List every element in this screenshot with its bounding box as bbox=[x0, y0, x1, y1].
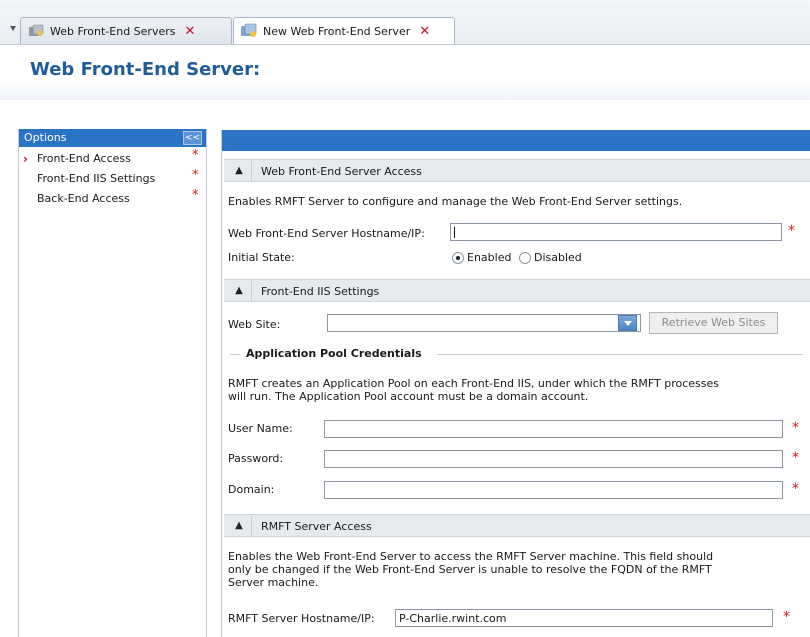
divider bbox=[230, 354, 240, 355]
rmft-hostname-value: P-Charlie.rwint.com bbox=[399, 612, 507, 625]
enabled-label: Enabled bbox=[467, 251, 512, 264]
password-input[interactable] bbox=[324, 450, 783, 468]
tab-list-dropdown-icon[interactable] bbox=[10, 26, 16, 31]
app-pool-description-line1: RMFT creates an Application Pool on each… bbox=[228, 377, 719, 390]
sidebar-item-front-end-iis-settings[interactable]: Front-End IIS Settings * bbox=[19, 168, 206, 189]
collapse-section-button[interactable]: ▲ bbox=[230, 520, 248, 532]
hostname-input[interactable] bbox=[450, 223, 782, 241]
selected-arrow-icon: › bbox=[23, 152, 28, 166]
sidebar-item-label: Front-End Access bbox=[37, 152, 131, 165]
app-pool-description-line2: will run. The Application Pool account m… bbox=[228, 390, 589, 403]
main-panel: ▲ Web Front-End Server Access Enables RM… bbox=[221, 130, 810, 637]
server-new-icon bbox=[241, 23, 257, 37]
options-sidebar: Options << › Front-End Access * Front-En… bbox=[18, 129, 207, 637]
retrieve-web-sites-button[interactable]: Retrieve Web Sites bbox=[649, 312, 778, 334]
close-icon[interactable]: ✕ bbox=[184, 24, 195, 39]
rmft-description-line1: Enables the Web Front-End Server to acce… bbox=[228, 550, 714, 563]
sidebar-title: Options bbox=[24, 131, 67, 144]
tab-new-web-front-end-server[interactable]: New Web Front-End Server ✕ bbox=[233, 17, 455, 44]
sidebar-header: Options << bbox=[19, 129, 206, 147]
rmft-hostname-input[interactable]: P-Charlie.rwint.com bbox=[395, 609, 773, 627]
divider bbox=[437, 354, 803, 355]
website-dropdown-button[interactable] bbox=[618, 315, 637, 331]
collapse-section-button[interactable]: ▲ bbox=[230, 165, 248, 177]
required-marker: * bbox=[792, 450, 799, 466]
section-title: Front-End IIS Settings bbox=[261, 285, 380, 298]
section-title: Web Front-End Server Access bbox=[261, 165, 422, 178]
chevron-down-icon bbox=[624, 321, 632, 326]
server-group-icon bbox=[29, 24, 44, 36]
divider bbox=[251, 161, 252, 181]
username-label: User Name: bbox=[228, 422, 293, 435]
initial-state-label: Initial State: bbox=[228, 251, 295, 264]
required-marker: * bbox=[192, 148, 199, 163]
text-cursor bbox=[454, 227, 455, 238]
close-icon[interactable]: ✕ bbox=[419, 24, 430, 39]
tab-label: New Web Front-End Server bbox=[263, 24, 411, 38]
enabled-radio[interactable] bbox=[452, 252, 464, 264]
divider bbox=[251, 516, 252, 536]
disabled-radio[interactable] bbox=[519, 252, 531, 264]
rmft-description-line2: only be changed if the Web Front-End Ser… bbox=[228, 563, 712, 576]
required-marker: * bbox=[788, 223, 795, 239]
section-front-end-iis-settings: ▲ Front-End IIS Settings bbox=[224, 279, 810, 302]
required-marker: * bbox=[792, 481, 799, 497]
website-label: Web Site: bbox=[228, 318, 281, 331]
required-marker: * bbox=[192, 168, 199, 183]
section-web-front-end-server-access: ▲ Web Front-End Server Access bbox=[224, 159, 810, 182]
rmft-description-line3: Server machine. bbox=[228, 576, 319, 589]
section-title: RMFT Server Access bbox=[261, 520, 372, 533]
page-title: Web Front-End Server: bbox=[30, 59, 261, 80]
collapse-section-button[interactable]: ▲ bbox=[230, 285, 248, 297]
password-label: Password: bbox=[228, 452, 284, 465]
sidebar-item-front-end-access[interactable]: › Front-End Access * bbox=[19, 148, 206, 169]
username-input[interactable] bbox=[324, 420, 783, 438]
hostname-label: Web Front-End Server Hostname/IP: bbox=[228, 227, 425, 240]
required-marker: * bbox=[792, 420, 799, 436]
wfe-description: Enables RMFT Server to configure and man… bbox=[228, 195, 683, 208]
domain-label: Domain: bbox=[228, 483, 275, 496]
rmft-hostname-label: RMFT Server Hostname/IP: bbox=[228, 612, 375, 625]
website-select[interactable] bbox=[327, 314, 641, 332]
app-pool-heading: Application Pool Credentials bbox=[246, 347, 422, 360]
tab-web-front-end-servers[interactable]: Web Front-End Servers ✕ bbox=[20, 17, 232, 44]
divider bbox=[251, 281, 252, 301]
domain-input[interactable] bbox=[324, 481, 783, 499]
collapse-sidebar-button[interactable]: << bbox=[183, 131, 202, 145]
required-marker: * bbox=[192, 188, 199, 203]
sidebar-item-back-end-access[interactable]: Back-End Access * bbox=[19, 188, 206, 209]
main-header-bar bbox=[222, 130, 810, 151]
header-band bbox=[0, 84, 810, 100]
disabled-label: Disabled bbox=[534, 251, 582, 264]
sidebar-item-label: Back-End Access bbox=[37, 192, 130, 205]
tab-label: Web Front-End Servers bbox=[50, 24, 176, 38]
sidebar-item-label: Front-End IIS Settings bbox=[37, 172, 156, 185]
tab-strip-border bbox=[0, 44, 810, 45]
section-rmft-server-access: ▲ RMFT Server Access bbox=[224, 514, 810, 537]
required-marker: * bbox=[783, 609, 790, 625]
radio-selected-dot bbox=[456, 256, 460, 260]
